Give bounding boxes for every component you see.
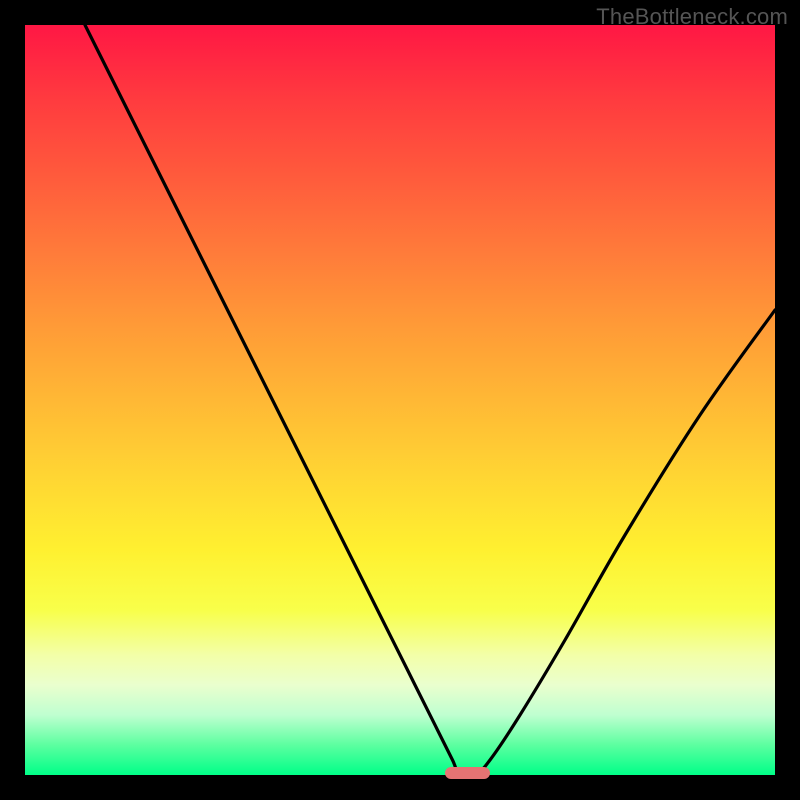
plot-area <box>25 25 775 775</box>
optimum-marker <box>445 767 490 779</box>
watermark-text: TheBottleneck.com <box>596 4 788 30</box>
bottleneck-curve <box>25 25 775 775</box>
chart-frame: TheBottleneck.com <box>0 0 800 800</box>
